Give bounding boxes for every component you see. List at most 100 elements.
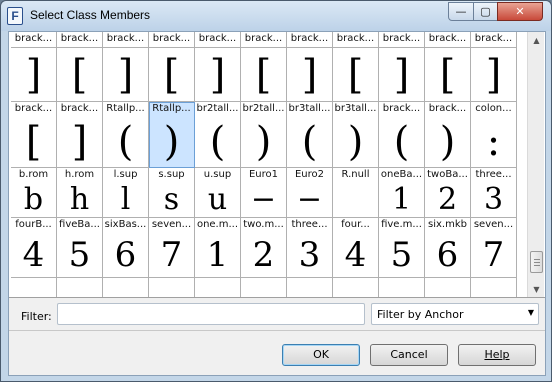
class-member-cell[interactable] bbox=[287, 278, 333, 297]
class-member-cell[interactable]: br3tall...) bbox=[333, 102, 379, 168]
class-member-cell[interactable]: ] bbox=[11, 48, 57, 102]
help-button[interactable]: Help bbox=[458, 344, 536, 366]
cell-label: brack... bbox=[474, 33, 513, 44]
class-member-cell[interactable]: ] bbox=[379, 48, 425, 102]
cell-glyph: b bbox=[23, 182, 44, 217]
maximize-button[interactable]: ▢ bbox=[473, 2, 498, 21]
filter-mode-select[interactable]: Filter by Anchor ▼ bbox=[371, 303, 539, 325]
cell-glyph: 4 bbox=[344, 235, 367, 275]
class-member-cell[interactable] bbox=[57, 278, 103, 297]
scroll-up-arrow-icon[interactable]: ▲ bbox=[528, 32, 545, 49]
ok-button[interactable]: OK bbox=[282, 344, 360, 366]
class-member-cell[interactable]: colon...: bbox=[471, 102, 517, 168]
class-member-cell[interactable]: brack... bbox=[195, 32, 241, 48]
grip-line bbox=[534, 265, 540, 266]
scroll-down-arrow-icon[interactable]: ▼ bbox=[528, 281, 545, 297]
class-member-cell[interactable]: brack...] bbox=[57, 102, 103, 168]
cell-glyph: 2 bbox=[437, 182, 458, 217]
class-member-cell[interactable] bbox=[149, 278, 195, 297]
class-member-cell[interactable]: brack... bbox=[103, 32, 149, 48]
cell-glyph: 4 bbox=[22, 235, 45, 275]
grip-line bbox=[534, 259, 540, 260]
cell-label: three... bbox=[475, 169, 512, 180]
cell-label: br3tall... bbox=[334, 103, 377, 114]
class-member-cell[interactable]: brack... bbox=[471, 32, 517, 48]
cell-glyph: − bbox=[296, 182, 323, 217]
class-member-cell[interactable]: three... 3 bbox=[471, 168, 517, 218]
class-member-cell[interactable]: brack... bbox=[241, 32, 287, 48]
class-member-cell[interactable]: seven... 7 bbox=[149, 218, 195, 278]
filter-input[interactable] bbox=[57, 303, 365, 325]
class-member-cell[interactable] bbox=[379, 278, 425, 297]
class-member-cell[interactable]: br2tall... ( bbox=[195, 102, 241, 168]
chevron-down-icon: ▼ bbox=[527, 308, 534, 317]
class-member-cell[interactable]: h.rom h bbox=[57, 168, 103, 218]
class-member-cell[interactable]: seven... 7 bbox=[471, 218, 517, 278]
class-member-cell[interactable]: brack... bbox=[57, 32, 103, 48]
grid-cells: brack... brack... brack... brack... brack...… bbox=[11, 32, 525, 297]
class-member-cell[interactable]: [ bbox=[333, 48, 379, 102]
class-member-cell[interactable] bbox=[241, 278, 287, 297]
class-member-cell[interactable]: [ bbox=[57, 48, 103, 102]
class-member-cell[interactable]: b.rom b bbox=[11, 168, 57, 218]
class-member-cell[interactable]: Rtallp... ( bbox=[103, 102, 149, 168]
class-member-cell[interactable]: six.mkb 6 bbox=[425, 218, 471, 278]
class-member-cell[interactable] bbox=[471, 278, 517, 297]
class-member-cell[interactable]: [ bbox=[241, 48, 287, 102]
class-member-cell[interactable]: oneBa... 1 bbox=[379, 168, 425, 218]
class-member-cell[interactable]: brack... bbox=[333, 32, 379, 48]
class-member-cell[interactable]: Euro2 − bbox=[287, 168, 333, 218]
class-member-cell[interactable]: three... 3 bbox=[287, 218, 333, 278]
cell-label: br3tall... bbox=[288, 103, 331, 114]
class-member-cell[interactable]: brack... ( bbox=[379, 102, 425, 168]
class-member-cell[interactable]: brack... bbox=[11, 32, 57, 48]
class-member-cell[interactable]: ] bbox=[287, 48, 333, 102]
class-member-cell[interactable]: R.null bbox=[333, 168, 379, 218]
class-member-cell[interactable]: sixBas... 6 bbox=[103, 218, 149, 278]
class-member-cell[interactable]: Euro1 − bbox=[241, 168, 287, 218]
class-member-cell[interactable]: fourB... 4 bbox=[11, 218, 57, 278]
class-member-cell[interactable]: brack... bbox=[149, 32, 195, 48]
close-button[interactable]: ✕ bbox=[497, 2, 543, 21]
class-member-cell[interactable]: [ bbox=[149, 48, 195, 102]
class-member-cell[interactable]: brack... bbox=[287, 32, 333, 48]
cell-label: fiveBa... bbox=[59, 219, 100, 230]
class-member-cell[interactable]: fiveBa... 5 bbox=[57, 218, 103, 278]
cell-label: brack... bbox=[14, 103, 53, 114]
class-member-cell[interactable]: u.sup u bbox=[195, 168, 241, 218]
class-member-cell[interactable]: br3tall... ( bbox=[287, 102, 333, 168]
class-member-cell[interactable]: brack... bbox=[425, 32, 471, 48]
class-member-cell[interactable]: s.sup s bbox=[149, 168, 195, 218]
cell-label: h.rom bbox=[64, 169, 95, 180]
class-member-cell[interactable]: ] bbox=[103, 48, 149, 102]
cell-glyph: s bbox=[163, 182, 180, 217]
class-member-cell[interactable]: brack... bbox=[379, 32, 425, 48]
class-member-cell[interactable]: [ bbox=[425, 48, 471, 102]
cell-glyph: : bbox=[486, 119, 501, 165]
class-member-cell[interactable] bbox=[425, 278, 471, 297]
class-member-cell[interactable]: four... 4 bbox=[333, 218, 379, 278]
class-member-cell[interactable]: five.m... 5 bbox=[379, 218, 425, 278]
class-member-cell[interactable]: twoBa... 2 bbox=[425, 168, 471, 218]
class-member-cell[interactable]: brack...) bbox=[425, 102, 471, 168]
class-member-cell[interactable]: two.m... 2 bbox=[241, 218, 287, 278]
class-member-cell[interactable]: Rtallp...) bbox=[149, 102, 195, 168]
class-member-cell[interactable]: br2tall...) bbox=[241, 102, 287, 168]
cell-label: brack... bbox=[336, 33, 375, 44]
class-member-cell[interactable]: ] bbox=[195, 48, 241, 102]
class-member-cell[interactable] bbox=[103, 278, 149, 297]
class-member-cell[interactable]: l.sup l bbox=[103, 168, 149, 218]
minimize-button[interactable]: — bbox=[448, 2, 474, 21]
class-member-cell[interactable]: one.m... 1 bbox=[195, 218, 241, 278]
title-bar[interactable]: F Select Class Members — ▢ ✕ bbox=[1, 1, 551, 31]
class-member-cell[interactable] bbox=[11, 278, 57, 297]
scrollbar-thumb[interactable] bbox=[530, 251, 543, 273]
cell-label: s.sup bbox=[158, 169, 185, 180]
class-member-cell[interactable] bbox=[195, 278, 241, 297]
vertical-scrollbar[interactable]: ▲ ▼ bbox=[527, 32, 545, 297]
class-member-cell[interactable]: ] bbox=[471, 48, 517, 102]
class-member-cell[interactable] bbox=[333, 278, 379, 297]
cell-label: brack... bbox=[382, 103, 421, 114]
cancel-button[interactable]: Cancel bbox=[370, 344, 448, 366]
class-member-cell[interactable]: brack... [ bbox=[11, 102, 57, 168]
